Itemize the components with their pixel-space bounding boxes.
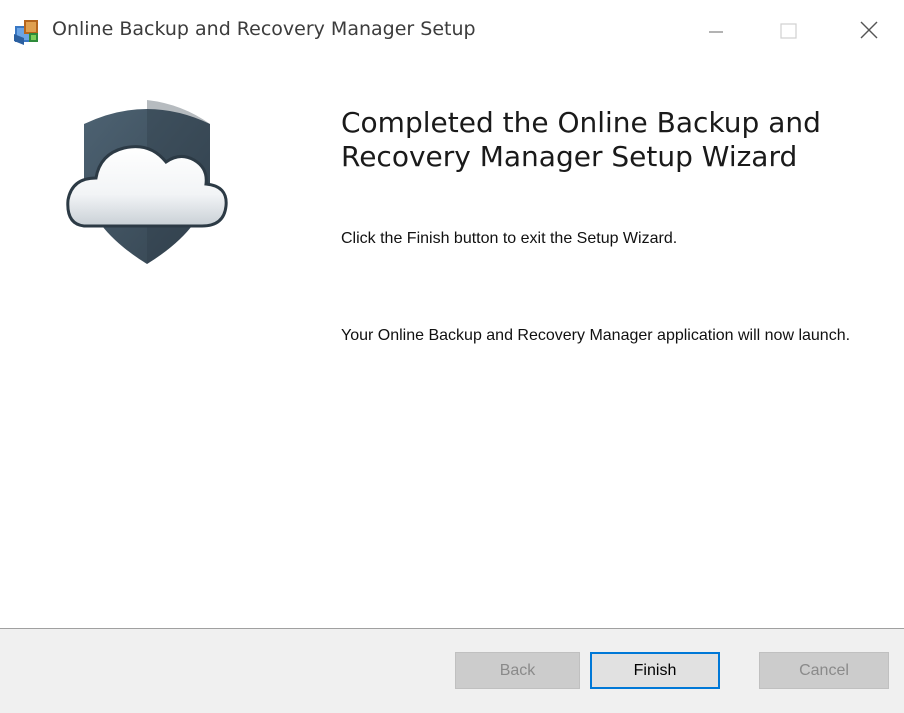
minimize-icon	[693, 10, 739, 50]
finish-instruction: Click the Finish button to exit the Setu…	[341, 230, 678, 247]
minimize-button[interactable]	[693, 10, 739, 50]
title-bar[interactable]: Online Backup and Recovery Manager Setup	[0, 0, 904, 62]
wizard-footer: Back Finish Cancel	[0, 628, 904, 713]
finish-button[interactable]: Finish	[590, 652, 720, 689]
close-button[interactable]	[848, 10, 894, 50]
close-icon	[848, 10, 894, 50]
back-button[interactable]: Back	[455, 652, 580, 689]
page-heading: Completed the Online Backup and Recovery…	[341, 106, 821, 173]
installer-package-icon	[12, 17, 42, 47]
cancel-button[interactable]: Cancel	[759, 652, 889, 689]
cloud-shield-logo	[62, 98, 232, 268]
maximize-icon	[766, 10, 812, 50]
launch-note: Your Online Backup and Recovery Manager …	[341, 327, 851, 344]
maximize-button[interactable]	[766, 10, 812, 50]
setup-wizard-window: Online Backup and Recovery Manager Setup	[0, 0, 904, 713]
window-title: Online Backup and Recovery Manager Setup	[52, 18, 476, 40]
